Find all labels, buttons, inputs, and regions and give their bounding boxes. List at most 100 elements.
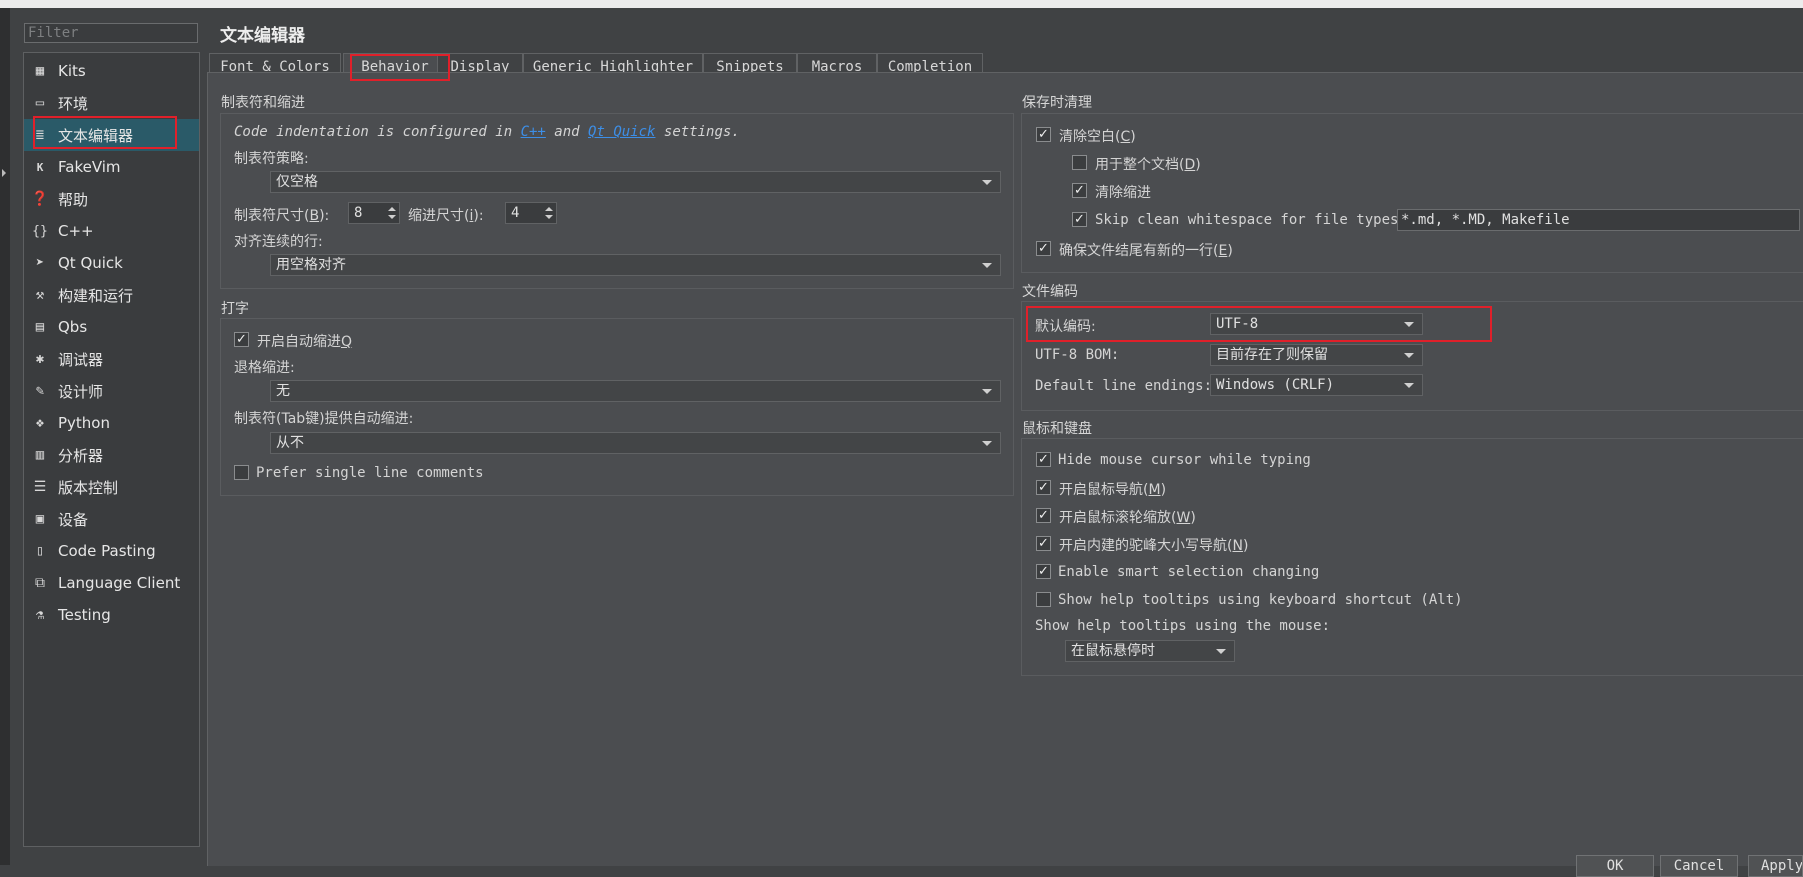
mouse-navigation-checkbox[interactable]: ✓: [1036, 480, 1051, 495]
wheel-zoom-shortcut: W: [1176, 510, 1191, 526]
left-edge-panel: [0, 8, 10, 865]
spin-up-icon[interactable]: [388, 207, 396, 211]
indent-size-spinbox[interactable]: 4: [505, 202, 557, 224]
backspace-value: 无: [276, 383, 290, 399]
mouse-nav-text: 开启鼠标导航(: [1059, 482, 1149, 498]
line-endings-combo[interactable]: Windows (CRLF): [1210, 374, 1423, 396]
whole-doc-close: ): [1195, 157, 1201, 173]
sidebar-item-qtquick[interactable]: ➤ Qt Quick: [24, 247, 199, 279]
single-line-comments-checkbox[interactable]: [234, 465, 249, 480]
mouse-tooltips-combo[interactable]: 在鼠标悬停时: [1065, 640, 1235, 662]
whole-document-label: 用于整个文档(D): [1095, 154, 1201, 174]
sidebar-item-label: Language Client: [58, 574, 181, 592]
sidebar-item-code-pasting[interactable]: ▯ Code Pasting: [24, 535, 199, 567]
expand-arrow-icon[interactable]: [2, 169, 6, 177]
align-combo[interactable]: 用空格对齐: [270, 254, 1001, 276]
bom-combo[interactable]: 目前存在了则保留: [1210, 344, 1423, 366]
sidebar-item-designer[interactable]: ✎ 设计师: [24, 375, 199, 407]
clean-whitespace-checkbox[interactable]: ✓: [1036, 127, 1051, 142]
sidebar-item-testing[interactable]: ⚗ Testing: [24, 599, 199, 631]
indent-size-value: 4: [511, 205, 520, 221]
cleanup-header: 保存时清理: [1022, 95, 1092, 111]
monitor-icon: ▭: [35, 95, 45, 111]
auto-indent-text: 开启自动缩进: [257, 334, 341, 350]
info-and: and: [545, 124, 589, 140]
tab-size-close: ):: [319, 208, 330, 224]
hide-cursor-checkbox[interactable]: ✓: [1036, 452, 1051, 467]
camel-text: 开启内建的驼峰大小写导航(: [1059, 538, 1233, 554]
mouse-tooltips-label: Show help tooltips using the mouse:: [1035, 618, 1331, 634]
tab-size-value: 8: [354, 205, 363, 221]
tab-size-spinbox[interactable]: 8: [348, 202, 400, 224]
language-client-icon: ⧉: [35, 575, 45, 591]
tab-highlight-box: [350, 54, 450, 81]
sidebar-item-analyzer[interactable]: ▥ 分析器: [24, 439, 199, 471]
sidebar-item-label: 构建和运行: [58, 286, 134, 305]
info-prefix: Code indentation is configured in: [234, 124, 521, 140]
sidebar-item-version-control[interactable]: ☰ 版本控制: [24, 471, 199, 503]
apply-button[interactable]: Apply: [1748, 855, 1803, 877]
sidebar-item-devices[interactable]: ▣ 设备: [24, 503, 199, 535]
keyboard-tooltips-checkbox[interactable]: [1036, 592, 1051, 607]
fakevim-icon: K: [36, 160, 44, 174]
keyboard-tooltips-label: Show help tooltips using keyboard shortc…: [1058, 592, 1463, 608]
smart-selection-checkbox[interactable]: ✓: [1036, 564, 1051, 579]
auto-indent-label: 开启自动缩进Q: [257, 331, 352, 351]
indent-size-close: ):: [473, 208, 484, 224]
sidebar-item-fakevim[interactable]: K FakeVim: [24, 151, 199, 183]
clipboard-icon: ▯: [35, 543, 45, 559]
sidebar-item-language-client[interactable]: ⧉ Language Client: [24, 567, 199, 599]
wheel-zoom-label: 开启鼠标滚轮缩放(W): [1059, 507, 1196, 527]
device-icon: ▣: [35, 511, 45, 527]
sidebar-item-label: 分析器: [58, 446, 104, 465]
sidebar-item-cpp[interactable]: {} C++: [24, 215, 199, 247]
sidebar-item-environment[interactable]: ▭ 环境: [24, 87, 199, 119]
backspace-combo[interactable]: 无: [270, 380, 1001, 402]
chevron-down-icon: [1404, 353, 1414, 358]
bom-label: UTF-8 BOM:: [1035, 347, 1120, 363]
mouse-navigation-label: 开启鼠标导航(M): [1059, 479, 1166, 499]
help-icon: ❓: [31, 191, 49, 207]
skip-whitespace-checkbox[interactable]: ✓: [1072, 212, 1087, 227]
cancel-button[interactable]: Cancel: [1660, 855, 1738, 877]
wheel-zoom-text: 开启鼠标滚轮缩放(: [1059, 510, 1177, 526]
sidebar-item-build-run[interactable]: ⚒ 构建和运行: [24, 279, 199, 311]
auto-indent-checkbox[interactable]: ✓: [234, 332, 249, 347]
sidebar-item-label: Code Pasting: [58, 542, 156, 560]
sidebar-item-qbs[interactable]: ▤ Qbs: [24, 311, 199, 343]
sidebar-item-label: 调试器: [58, 350, 104, 369]
sidebar-item-python[interactable]: ❖ Python: [24, 407, 199, 439]
tab-policy-label: 制表符策略:: [234, 151, 309, 167]
line-endings-label: Default line endings:: [1035, 378, 1213, 394]
ensure-newline-checkbox[interactable]: ✓: [1036, 241, 1051, 256]
filter-input[interactable]: Filter: [24, 23, 198, 43]
wheel-zoom-close: ): [1190, 510, 1196, 526]
sidebar-item-kits[interactable]: ▦ Kits: [24, 55, 199, 87]
qtquick-settings-link[interactable]: Qt Quick: [588, 124, 655, 140]
tab-key-combo[interactable]: 从不: [270, 432, 1001, 454]
sidebar-item-label: Kits: [58, 62, 86, 80]
backspace-label: 退格缩进:: [234, 360, 295, 376]
chevron-down-icon: [1404, 383, 1414, 388]
camelcase-nav-checkbox[interactable]: ✓: [1036, 536, 1051, 551]
ok-button[interactable]: OK: [1576, 855, 1654, 877]
clean-indent-checkbox[interactable]: ✓: [1072, 183, 1087, 198]
skip-whitespace-label: Skip clean whitespace for file types:: [1095, 212, 1407, 228]
chevron-down-icon: [1216, 649, 1226, 654]
whole-document-checkbox[interactable]: [1072, 155, 1087, 170]
tab-policy-combo[interactable]: 仅空格: [270, 171, 1001, 193]
sidebar-item-debugger[interactable]: ✱ 调试器: [24, 343, 199, 375]
spin-up-icon[interactable]: [545, 207, 553, 211]
cpp-settings-link[interactable]: C++: [521, 124, 546, 140]
python-icon: ❖: [35, 415, 45, 431]
line-endings-value: Windows (CRLF): [1216, 377, 1335, 393]
spin-down-icon[interactable]: [388, 215, 396, 219]
camel-close: ): [1242, 538, 1249, 554]
skip-file-types-input[interactable]: *.md, *.MD, Makefile: [1397, 209, 1800, 231]
sidebar-item-help[interactable]: ❓ 帮助: [24, 183, 199, 215]
clean-indent-label: 清除缩进: [1095, 185, 1151, 201]
camel-shortcut: N: [1232, 538, 1243, 554]
wheel-zoom-checkbox[interactable]: ✓: [1036, 508, 1051, 523]
spin-down-icon[interactable]: [545, 215, 553, 219]
pencil-icon: ✎: [35, 383, 45, 399]
